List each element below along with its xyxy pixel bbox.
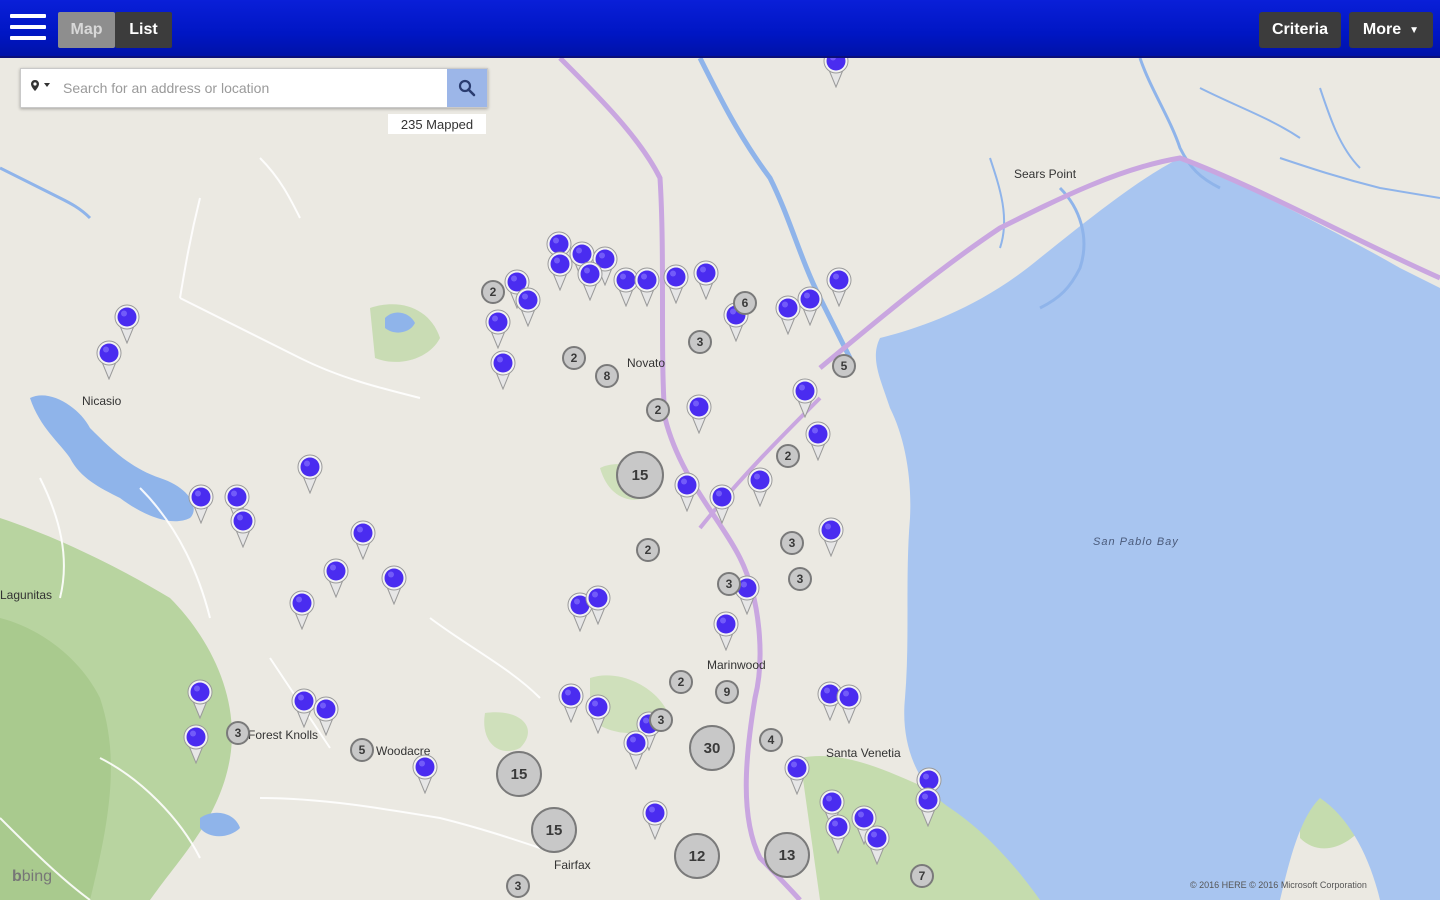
listing-pin[interactable] <box>804 421 832 462</box>
place-label-marinwood: Marinwood <box>707 658 766 672</box>
listing-pin[interactable] <box>182 724 210 765</box>
listing-pin[interactable] <box>825 267 853 308</box>
listing-pin[interactable] <box>685 394 713 435</box>
cluster-marker[interactable]: 7 <box>910 864 934 888</box>
listing-pin[interactable] <box>489 350 517 391</box>
search-input[interactable] <box>63 73 443 103</box>
listing-pin[interactable] <box>783 755 811 796</box>
place-label-novato: Novato <box>627 356 666 370</box>
listing-pin[interactable] <box>641 800 669 841</box>
cluster-marker[interactable]: 3 <box>226 721 250 745</box>
place-label-forest-knolls: Forest Knolls <box>248 728 319 742</box>
water-label-san-pablo-bay: San Pablo Bay <box>1093 536 1179 548</box>
listing-pin[interactable] <box>673 472 701 513</box>
more-button[interactable]: More ▼ <box>1349 12 1433 48</box>
cluster-marker[interactable]: 2 <box>636 538 660 562</box>
cluster-marker[interactable]: 2 <box>646 398 670 422</box>
cluster-marker[interactable]: 12 <box>674 833 720 879</box>
cluster-marker[interactable]: 15 <box>616 451 664 499</box>
map-canvas[interactable]: Nicasio Novato Sears Point Marinwood San… <box>0 58 1440 900</box>
listing-pin[interactable] <box>708 484 736 525</box>
listing-pin[interactable] <box>95 340 123 381</box>
place-label-nicasio: Nicasio <box>82 394 122 408</box>
cluster-marker[interactable]: 3 <box>506 874 530 898</box>
cluster-marker[interactable]: 3 <box>717 572 741 596</box>
cluster-marker[interactable]: 2 <box>776 444 800 468</box>
cluster-marker[interactable]: 30 <box>689 725 735 771</box>
mapped-count: 235 Mapped <box>388 114 486 134</box>
listing-pin[interactable] <box>791 378 819 419</box>
listing-pin[interactable] <box>824 814 852 855</box>
top-bar: Map List Criteria More ▼ <box>0 0 1440 58</box>
listing-pin[interactable] <box>557 683 585 724</box>
cluster-marker[interactable]: 2 <box>562 346 586 370</box>
cluster-marker[interactable]: 8 <box>595 364 619 388</box>
place-label-lagunitas: Lagunitas <box>0 588 53 602</box>
magnifier-icon <box>458 79 476 97</box>
listing-pin[interactable] <box>322 558 350 599</box>
map-pin-icon[interactable] <box>29 79 59 99</box>
cluster-marker[interactable]: 9 <box>715 680 739 704</box>
listing-pin[interactable] <box>187 484 215 525</box>
listing-pin[interactable] <box>229 508 257 549</box>
chevron-down-icon: ▼ <box>1409 24 1420 36</box>
listing-pin[interactable] <box>584 694 612 735</box>
cluster-marker[interactable]: 2 <box>669 670 693 694</box>
listing-pin[interactable] <box>622 730 650 771</box>
cluster-marker[interactable]: 15 <box>496 751 542 797</box>
criteria-button[interactable]: Criteria <box>1259 12 1341 48</box>
cluster-marker[interactable]: 5 <box>832 354 856 378</box>
bing-logo: bbing <box>12 868 53 885</box>
listing-pin[interactable] <box>411 754 439 795</box>
listing-pin[interactable] <box>312 696 340 737</box>
cluster-marker[interactable]: 3 <box>788 567 812 591</box>
cluster-marker[interactable]: 3 <box>688 330 712 354</box>
listing-pin[interactable] <box>380 565 408 606</box>
listing-pin[interactable] <box>774 295 802 336</box>
search-button[interactable] <box>447 69 487 107</box>
listing-pin[interactable] <box>186 679 214 720</box>
listing-pin[interactable] <box>662 264 690 305</box>
search-box <box>20 68 488 108</box>
listing-pin[interactable] <box>746 467 774 508</box>
more-label: More <box>1362 21 1402 38</box>
listing-pin[interactable] <box>576 261 604 302</box>
listing-pin[interactable] <box>914 787 942 828</box>
cluster-marker[interactable]: 3 <box>649 708 673 732</box>
tab-list[interactable]: List <box>115 12 172 48</box>
cluster-marker[interactable]: 15 <box>531 807 577 853</box>
map-copyright: © 2016 HERE © 2016 Microsoft Corporation <box>1190 880 1367 890</box>
listing-pin[interactable] <box>817 517 845 558</box>
map-base <box>0 58 1440 900</box>
cluster-marker[interactable]: 2 <box>481 280 505 304</box>
cluster-marker[interactable]: 13 <box>764 832 810 878</box>
listing-pin[interactable] <box>584 585 612 626</box>
listing-pin[interactable] <box>633 267 661 308</box>
place-label-fairfax: Fairfax <box>554 858 591 872</box>
cluster-marker[interactable]: 3 <box>780 531 804 555</box>
tab-map[interactable]: Map <box>58 12 115 48</box>
listing-pin[interactable] <box>296 454 324 495</box>
cluster-marker[interactable]: 6 <box>733 291 757 315</box>
listing-pin[interactable] <box>863 825 891 866</box>
cluster-marker[interactable]: 4 <box>759 728 783 752</box>
listing-pin[interactable] <box>514 287 542 328</box>
listing-pin[interactable] <box>288 590 316 631</box>
listing-pin[interactable] <box>349 520 377 561</box>
place-label-sears-point: Sears Point <box>1014 167 1077 181</box>
hamburger-icon[interactable] <box>10 14 46 42</box>
listing-pin[interactable] <box>484 309 512 350</box>
listing-pin[interactable] <box>113 304 141 345</box>
place-label-santa-venetia: Santa Venetia <box>826 746 901 760</box>
cluster-marker[interactable]: 5 <box>350 738 374 762</box>
listing-pin[interactable] <box>835 684 863 725</box>
listing-pin[interactable] <box>692 260 720 301</box>
listing-pin[interactable] <box>712 611 740 652</box>
listing-pin[interactable] <box>546 251 574 292</box>
